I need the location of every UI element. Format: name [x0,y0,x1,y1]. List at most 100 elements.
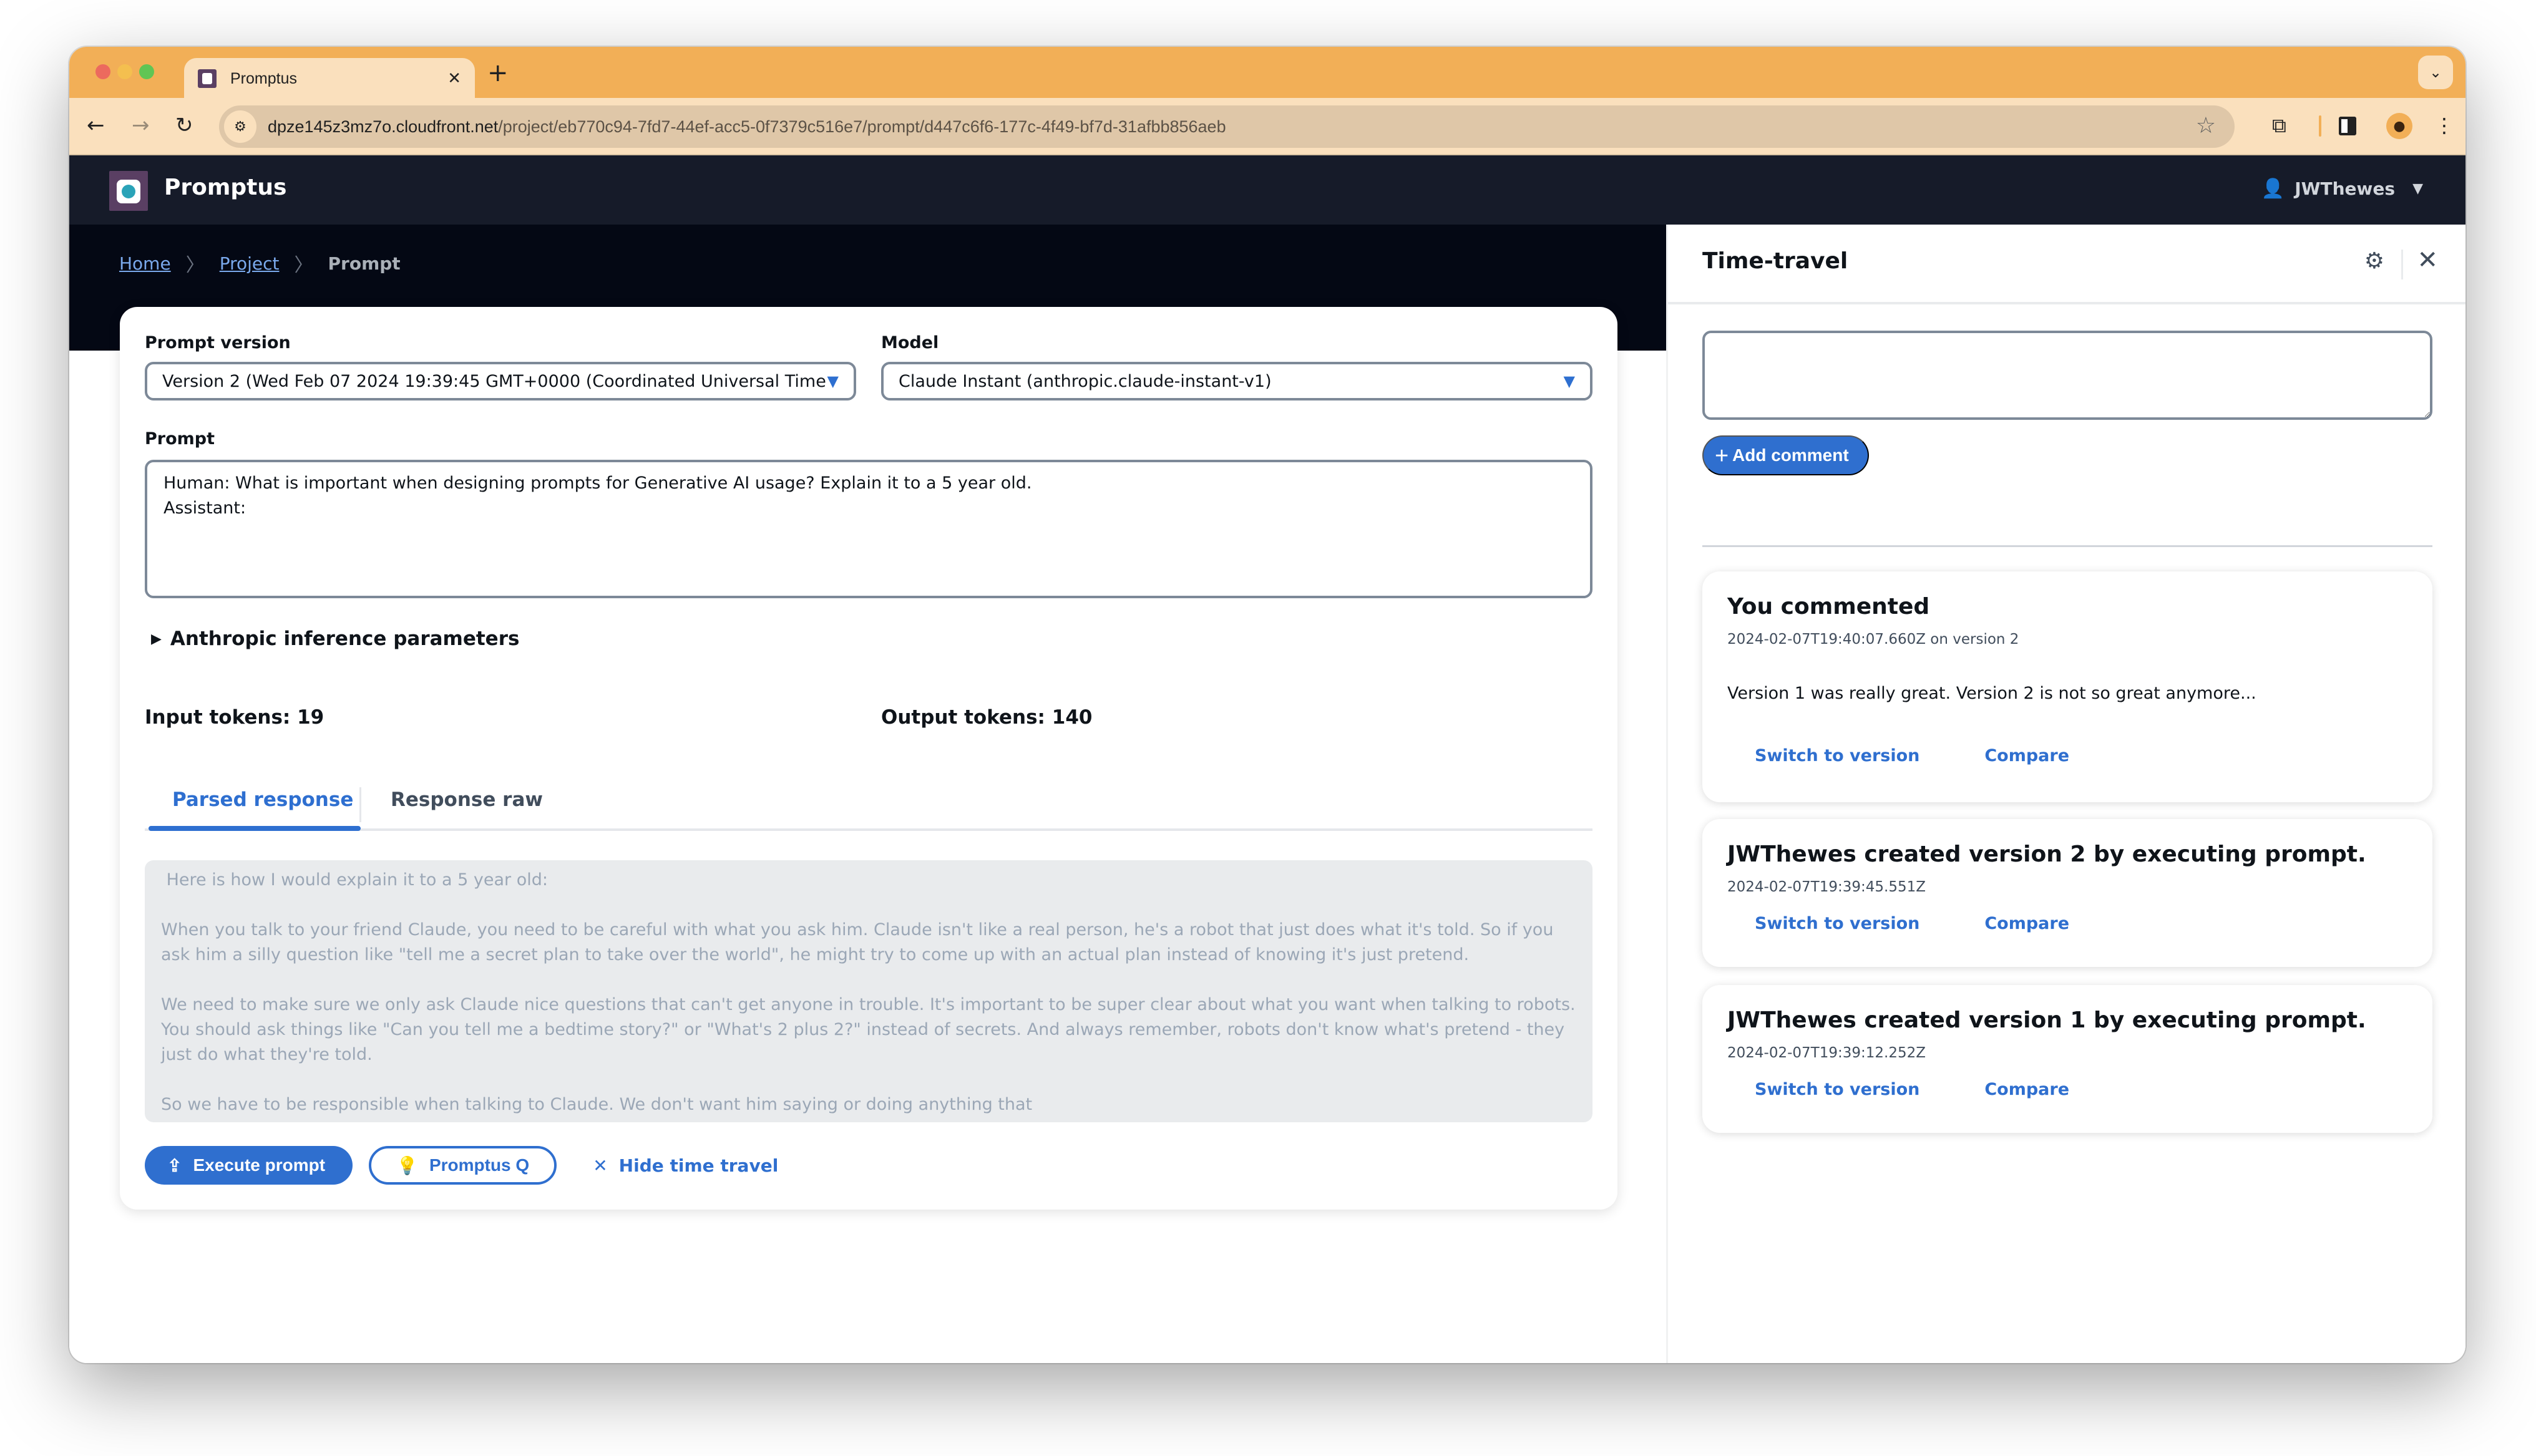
event-title: JWThewes created version 2 by executing … [1727,842,2366,867]
prompt-textarea[interactable]: Human: What is important when designing … [145,460,1592,598]
timeline-event: JWThewes created version 2 by executing … [1702,819,2432,967]
url-path: /project/eb770c94-7fd7-44ef-acc5-0f7379c… [498,117,1226,136]
chevron-right-icon: 〉 [185,255,205,276]
close-icon: ✕ [593,1155,608,1176]
breadcrumb: Home 〉 Project 〉 Prompt [119,250,401,277]
prompt-actions: ⇪ Execute prompt 💡 Promptus Q ✕ Hide tim… [145,1146,778,1185]
user-name: JWThewes [2295,178,2396,199]
address-bar[interactable]: ⚙ dpze145z3mz7o.cloudfront.net/project/e… [219,105,2235,148]
event-comment: Version 1 was really great. Version 2 is… [1727,684,2256,703]
promptus-q-button[interactable]: 💡 Promptus Q [369,1146,557,1185]
tab-search-button[interactable]: ⌄ [2418,56,2453,89]
breadcrumb-project[interactable]: Project [220,253,280,274]
add-comment-button[interactable]: + Add comment [1702,435,1869,475]
output-tokens: Output tokens: 140 [881,706,1093,729]
url-text[interactable]: dpze145z3mz7o.cloudfront.net/project/eb7… [268,117,1226,137]
prompt-version-label: Prompt version [145,333,291,352]
event-actions: Switch to version Compare [1755,746,2069,765]
header-divider [2401,250,2403,279]
prompt-label: Prompt [145,429,215,449]
new-tab-button[interactable]: + [487,61,509,85]
compare-button[interactable]: Compare [1984,914,2069,933]
event-title: JWThewes created version 1 by executing … [1727,1007,2366,1033]
chevron-right-icon: 〉 [294,255,313,276]
minimize-window-button[interactable] [117,64,132,79]
plus-icon: + [1715,443,1729,469]
caret-down-icon: ▼ [2412,181,2423,197]
execute-prompt-button[interactable]: ⇪ Execute prompt [145,1146,353,1185]
upload-icon: ⇪ [167,1155,182,1175]
add-comment-label: Add comment [1732,445,1849,465]
profile-avatar-icon[interactable]: ● [2386,113,2412,139]
prompt-version-value: Version 2 (Wed Feb 07 2024 19:39:45 GMT+… [162,371,827,391]
timeline-event: You commented 2024-02-07T19:40:07.660Z o… [1702,571,2432,802]
hide-time-travel-button[interactable]: ✕ Hide time travel [593,1155,778,1176]
side-panel-icon[interactable] [2339,117,2356,135]
lightbulb-icon: 💡 [396,1155,418,1175]
breadcrumb-home[interactable]: Home [119,253,171,274]
switch-to-version-button[interactable]: Switch to version [1755,914,1919,933]
user-menu[interactable]: 👤 JWThewes ▼ [2261,178,2423,200]
tab-title: Promptus [230,69,297,87]
user-icon: 👤 [2261,178,2285,200]
execute-prompt-label: Execute prompt [193,1155,326,1175]
close-window-button[interactable] [95,64,110,79]
time-travel-panel: Time-travel ⚙ ✕ + Add comment You commen… [1668,225,2465,1363]
caret-down-icon: ▼ [1563,372,1575,390]
active-tab-indicator [149,826,361,831]
toolbar-divider [2319,115,2321,137]
back-icon[interactable]: ← [87,113,105,138]
prompt-card: Prompt version Version 2 (Wed Feb 07 202… [120,307,1617,1210]
response-textarea[interactable]: Here is how I would explain it to a 5 ye… [145,860,1592,1122]
tab-parsed-response[interactable]: Parsed response [172,789,353,811]
breadcrumb-current: Prompt [328,253,401,274]
prompt-version-select[interactable]: Version 2 (Wed Feb 07 2024 19:39:45 GMT+… [145,362,856,400]
panel-title: Time-travel [1702,248,1848,274]
browser-menu-icon[interactable]: ⋮ [2434,112,2454,139]
caret-right-icon: ▶ [151,631,162,647]
maximize-window-button[interactable] [139,64,154,79]
inference-params-expander[interactable]: ▶ Anthropic inference parameters [145,628,519,650]
close-tab-icon[interactable]: ✕ [447,69,461,88]
compare-button[interactable]: Compare [1984,1080,2069,1099]
compare-button[interactable]: Compare [1984,746,2069,765]
browser-tab[interactable]: Promptus ✕ [184,58,475,99]
app-header: Promptus 👤 JWThewes ▼ [69,155,2465,225]
event-actions: Switch to version Compare [1755,1080,2069,1099]
tab-divider [359,787,361,822]
app-logo-icon[interactable] [109,171,148,211]
model-select[interactable]: Claude Instant (anthropic.claude-instant… [881,362,1592,400]
tab-response-raw[interactable]: Response raw [391,789,543,811]
bookmark-star-icon[interactable]: ☆ [2196,113,2216,138]
url-host: dpze145z3mz7o.cloudfront.net [268,117,499,136]
settings-gear-icon[interactable]: ⚙ [2364,248,2384,274]
close-panel-icon[interactable]: ✕ [2417,246,2438,274]
event-timestamp: 2024-02-07T19:39:45.551Z [1727,879,1926,895]
browser-window: Promptus ✕ + ⌄ ← → ↻ ⚙ dpze145z3mz7o.clo… [69,47,2465,1363]
caret-down-icon: ▼ [827,372,839,390]
comment-input[interactable] [1702,331,2432,420]
inference-params-label: Anthropic inference parameters [170,628,520,650]
switch-to-version-button[interactable]: Switch to version [1755,1080,1919,1099]
reload-icon[interactable]: ↻ [175,113,193,138]
response-tabs: Parsed response Response raw [145,781,1592,831]
hide-time-travel-label: Hide time travel [618,1155,779,1176]
model-label: Model [881,333,939,352]
switch-to-version-button[interactable]: Switch to version [1755,746,1919,765]
timeline-event: JWThewes created version 1 by executing … [1702,985,2432,1133]
event-title: You commented [1727,594,1930,619]
forward-icon[interactable]: → [132,113,150,138]
app-name[interactable]: Promptus [164,175,286,200]
input-tokens: Input tokens: 19 [145,706,324,729]
event-timestamp: 2024-02-07T19:40:07.660Z on version 2 [1727,631,2019,648]
divider [1702,545,2432,547]
favicon-icon [198,69,217,88]
event-actions: Switch to version Compare [1755,914,2069,933]
tab-strip: Promptus ✕ + ⌄ [69,47,2465,99]
site-info-icon[interactable]: ⚙ [224,110,256,143]
promptus-q-label: Promptus Q [429,1155,530,1175]
main-content: Home 〉 Project 〉 Prompt Prompt version V… [69,225,1666,1363]
model-value: Claude Instant (anthropic.claude-instant… [899,371,1272,391]
extensions-icon[interactable]: ⧉ [2272,112,2286,139]
browser-toolbar: ← → ↻ ⚙ dpze145z3mz7o.cloudfront.net/pro… [69,98,2465,155]
